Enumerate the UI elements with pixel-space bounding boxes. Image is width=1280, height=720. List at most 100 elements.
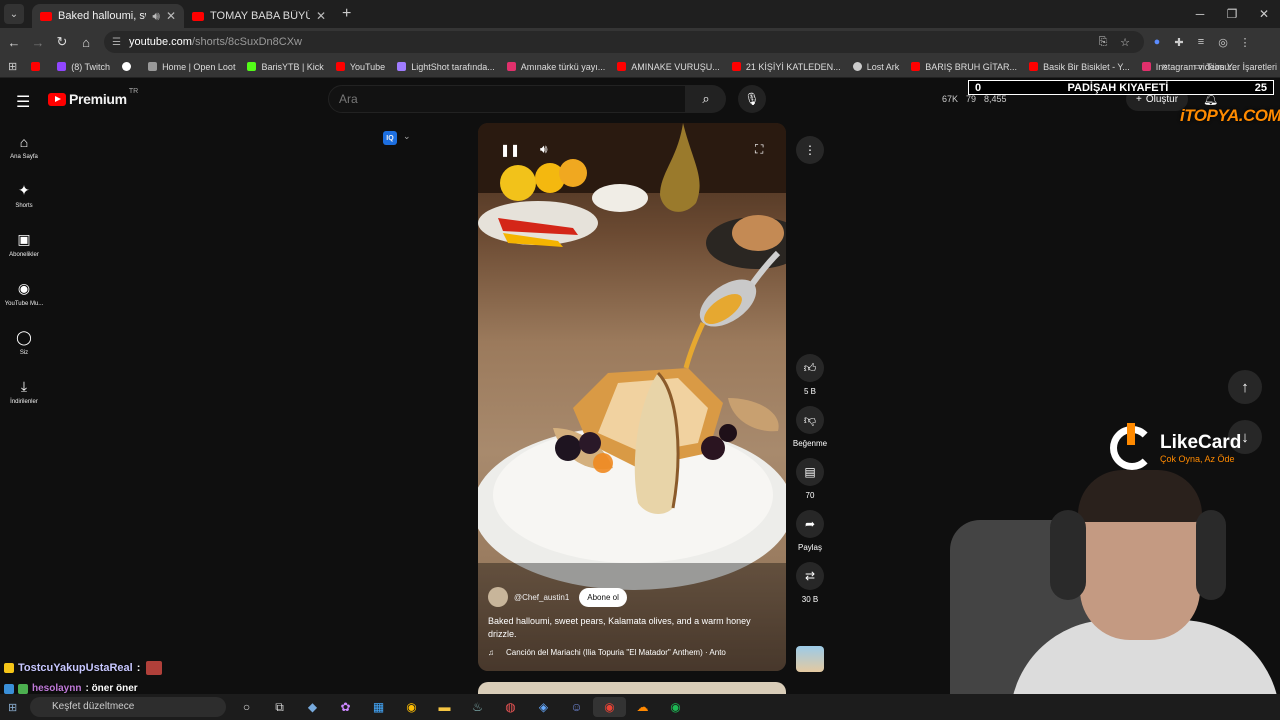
sidebar-item-music[interactable]: ◉ YouTube Mu... xyxy=(0,269,48,318)
hair-shape xyxy=(1078,470,1202,522)
bookmark-lightshot[interactable]: LightShot tarafında... xyxy=(397,62,495,72)
bookmark-twitch[interactable]: (8) Twitch xyxy=(57,62,110,72)
taskbar-apps: ○ ⧉ ◆ ✿ ▦ ◉ ▬ ♨ ◍ ◈ ☺ ◉ ☁ ◉ xyxy=(230,697,692,717)
share-action[interactable]: ➦ Paylaş xyxy=(788,510,832,552)
apps-grid-icon[interactable]: ⊞ xyxy=(8,60,17,73)
site-info-icon[interactable]: ☰ xyxy=(112,37,121,48)
iq-extension-button[interactable]: IQ xyxy=(383,131,397,145)
window-controls: ─ ❐ ✕ xyxy=(1184,0,1280,28)
bookmark-star-icon[interactable]: ☆ xyxy=(1114,36,1136,49)
youtube-premium-logo[interactable]: Premium TR xyxy=(48,88,138,107)
sidebar-item-subscriptions[interactable]: ▣ Abonelikler xyxy=(0,220,48,269)
extensions-puzzle-icon[interactable]: ✚ xyxy=(1168,36,1190,49)
audio-icon[interactable]: 🔊︎ xyxy=(152,9,160,24)
volume-icon[interactable]: 🔊︎ xyxy=(540,142,548,157)
bookmark-youtube-3[interactable]: 21 KİŞİYİ KATLEDEN... xyxy=(731,62,841,72)
search-input[interactable]: Ara xyxy=(328,85,686,113)
tab-active[interactable]: Baked halloumi, sweet pea 🔊︎ ✕ xyxy=(32,4,184,28)
headphone-left-shape xyxy=(1050,510,1086,600)
discord-icon[interactable]: ☺ xyxy=(560,697,593,717)
close-tab-icon[interactable]: ✕ xyxy=(316,9,326,23)
media-control-icon[interactable]: ≡ xyxy=(1190,36,1212,48)
forward-icon[interactable]: → xyxy=(26,35,50,50)
folder-icon: ▭ xyxy=(1194,61,1203,71)
bookmark-label: BARIŞ BRUH GİTAR... xyxy=(925,61,1018,72)
chrome-icon[interactable]: ◉ xyxy=(395,697,428,717)
search-button[interactable]: ⌕ xyxy=(686,85,726,113)
sidebar-item-you[interactable]: ◯ Siz xyxy=(0,318,48,367)
task-view-icon[interactable]: ⧉ xyxy=(263,697,296,717)
short-song[interactable]: ♫ Canción del Mariachi (Ilia Topuria "El … xyxy=(488,648,778,657)
channel-handle[interactable]: @Chef_austin1 xyxy=(514,593,569,602)
like-action[interactable]: 👍︎ 5 B xyxy=(788,354,832,396)
chrome-active-icon[interactable]: ◉ xyxy=(593,697,626,717)
back-icon[interactable]: ← xyxy=(2,35,26,50)
remix-action[interactable]: ⇄ 30 B xyxy=(788,562,832,604)
bookmark-open-loot[interactable]: Home | Open Loot xyxy=(148,62,235,72)
bookmark-kick[interactable]: BarisYTB | Kick xyxy=(247,62,324,72)
pause-icon[interactable]: ❚❚ xyxy=(500,143,520,157)
restore-icon[interactable]: ❐ xyxy=(1216,0,1248,28)
profile-icon[interactable]: ◎ xyxy=(1212,36,1234,49)
subscribe-button[interactable]: Abone ol xyxy=(579,587,627,607)
reload-icon[interactable]: ↻ xyxy=(50,34,74,50)
bookmark-youtube-4[interactable]: BARIŞ BRUH GİTAR... xyxy=(911,62,1017,72)
bookmark-youtube-5[interactable]: Basik Bir Bisiklet - Y... xyxy=(1029,62,1130,72)
dislike-action[interactable]: 👎︎ Beğenme xyxy=(788,406,832,448)
comment-icon[interactable]: ▤ xyxy=(796,458,824,486)
app-icon-4[interactable]: ☁ xyxy=(626,697,659,717)
home-page-icon[interactable]: ⌂ xyxy=(74,35,98,50)
fullscreen-icon[interactable]: ⛶ xyxy=(755,142,763,157)
remix-icon[interactable]: ⇄ xyxy=(796,562,824,590)
install-app-icon[interactable]: ⎘ xyxy=(1092,36,1114,49)
dislike-icon[interactable]: 👎︎ xyxy=(796,406,824,434)
comment-action[interactable]: ▤ 70 xyxy=(788,458,832,500)
tab-inactive[interactable]: TOMAY BABA BÜYÜK SIRRI ÇÖZ ✕ xyxy=(184,4,334,28)
channel-avatar[interactable] xyxy=(488,587,508,607)
close-tab-icon[interactable]: ✕ xyxy=(166,9,176,23)
spotify-icon[interactable]: ◉ xyxy=(659,697,692,717)
more-bookmarks-icon[interactable]: » xyxy=(1162,61,1168,72)
share-icon[interactable]: ➦ xyxy=(796,510,824,538)
sidebar-item-shorts[interactable]: ✦ Shorts xyxy=(0,171,48,220)
short-description[interactable]: Baked halloumi, sweet pears, Kalamata ol… xyxy=(488,615,778,641)
bookmark-youtube-short[interactable] xyxy=(31,62,45,71)
bookmark-youtube[interactable]: YouTube xyxy=(335,62,385,72)
bookmark-youtube-2[interactable]: AMINAKE VURUŞU... xyxy=(617,62,720,72)
voice-search-button[interactable]: 🎙︎ xyxy=(738,85,766,113)
steam-icon[interactable]: ♨ xyxy=(461,697,494,717)
sidebar: ⌂ Ana Sayfa ✦ Shorts ▣ Abonelikler ◉ You… xyxy=(0,122,48,416)
close-window-icon[interactable]: ✕ xyxy=(1248,0,1280,28)
bookmark-label: (8) Twitch xyxy=(71,61,111,72)
more-options-icon[interactable]: ⋮ xyxy=(796,136,824,164)
taskbar-search[interactable]: Keşfet düzeltmece xyxy=(30,697,226,717)
app-icon-3[interactable]: ◈ xyxy=(527,697,560,717)
shorts-video-player[interactable]: ❚❚ 🔊︎ ⛶ @Chef_austin1 Abone ol Baked hal… xyxy=(478,123,786,671)
bookmark-google[interactable] xyxy=(122,62,136,71)
sidebar-item-downloads[interactable]: ⤓ İndirilenler xyxy=(0,367,48,416)
bookmark-lost-ark[interactable]: Lost Ark xyxy=(852,62,899,72)
tab-search-button[interactable]: ⌄ xyxy=(4,4,24,24)
bookmark-instagram-1[interactable]: Amınake türkü yayı... xyxy=(506,62,605,72)
store-icon[interactable]: ▦ xyxy=(362,697,395,717)
extension-icon[interactable]: ● xyxy=(1146,36,1168,48)
sound-thumbnail[interactable] xyxy=(796,646,824,672)
browser-menu-icon[interactable]: ⋮ xyxy=(1234,36,1256,49)
previous-short-button[interactable]: ↑ xyxy=(1228,370,1262,404)
new-tab-button[interactable]: + xyxy=(342,5,351,23)
create-label: Oluştur xyxy=(1145,93,1179,105)
copilot-icon[interactable]: ✿ xyxy=(329,697,362,717)
like-icon[interactable]: 👍︎ xyxy=(796,354,824,382)
menu-icon[interactable]: ☰ xyxy=(16,92,30,112)
app-icon-2[interactable]: ◍ xyxy=(494,697,527,717)
windows-start-icon[interactable]: ⊞ xyxy=(8,701,17,714)
chevron-down-icon[interactable]: ⌄ xyxy=(403,131,411,142)
app-icon-1[interactable]: ◆ xyxy=(296,697,329,717)
sidebar-item-home[interactable]: ⌂ Ana Sayfa xyxy=(0,122,48,171)
all-bookmarks[interactable]: ▭ Tüm Yer İşaretleri xyxy=(1194,61,1277,72)
file-explorer-icon[interactable]: ▬ xyxy=(428,697,461,717)
url-field[interactable]: ☰ youtube.com /shorts/8cSuxDn8CXw xyxy=(104,31,1144,53)
cortana-icon[interactable]: ○ xyxy=(230,697,263,717)
shorts-icon: ✦ xyxy=(18,182,30,198)
minimize-icon[interactable]: ─ xyxy=(1184,0,1216,28)
